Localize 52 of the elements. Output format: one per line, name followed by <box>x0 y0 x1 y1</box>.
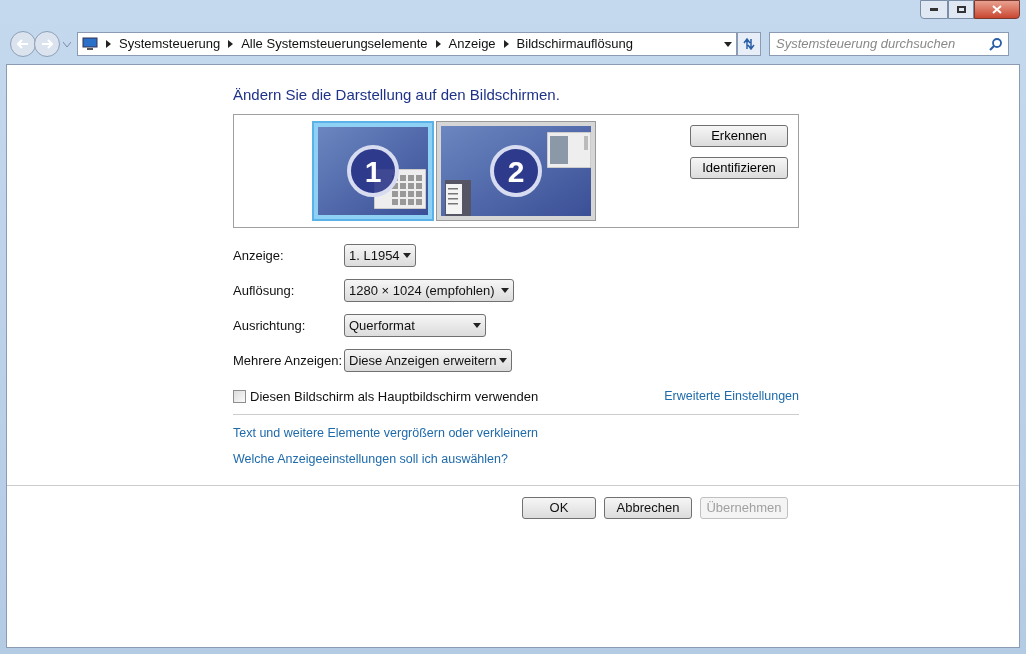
monitor-number: 2 <box>490 145 542 197</box>
monitor-number: 1 <box>347 145 399 197</box>
maximize-button[interactable] <box>948 0 974 19</box>
window-icon <box>547 132 591 168</box>
setting-label: Ausrichtung: <box>233 316 307 335</box>
maximize-icon <box>956 6 966 13</box>
breadcrumb-item[interactable]: Anzeige <box>448 34 496 54</box>
arrow-right-icon <box>41 39 53 49</box>
address-bar[interactable]: Systemsteuerung Alle Systemsteuerungselemente Anzeige Bildschirmauflösung <box>77 32 737 56</box>
caret-icon <box>473 323 481 328</box>
chevron-right-icon <box>503 40 509 48</box>
help-link[interactable]: Welche Anzeigeeinstellungen soll ich auswählen? <box>233 450 807 469</box>
minimize-button[interactable] <box>920 0 948 19</box>
breadcrumb-item[interactable]: Alle Systemsteuerungselemente <box>241 34 428 54</box>
caret-icon <box>724 41 732 47</box>
search-icon <box>989 37 1002 51</box>
setting-label: Mehrere Anzeigen: <box>233 351 344 370</box>
page-heading: Ändern Sie die Darstellung auf den Bildschirmen. <box>233 85 561 104</box>
close-icon <box>992 5 1002 14</box>
help-link[interactable]: Text und weitere Elemente vergrößern oder verkleinern <box>233 423 807 443</box>
refresh-button[interactable] <box>737 32 761 56</box>
dialog-button[interactable]: Abbrechen <box>604 497 692 519</box>
monitor-tile[interactable]: 2 <box>436 121 596 221</box>
checkbox-row[interactable]: Diesen Bildschirm als Hauptbildschirm verwenden <box>233 387 539 407</box>
dropdown[interactable]: 1280 × 1024 (empfohlen) <box>344 279 514 302</box>
caret-icon <box>403 253 411 258</box>
checkbox[interactable] <box>233 390 246 404</box>
arrow-left-icon <box>17 39 29 49</box>
dialog-button[interactable]: OK <box>522 497 596 519</box>
advanced-settings-link[interactable]: Erweiterte Einstellungen <box>664 387 799 407</box>
refresh-arrows-icon <box>742 38 756 50</box>
minimize-icon <box>930 8 938 11</box>
setting-label: Anzeige: <box>233 246 285 265</box>
monitor-tile[interactable]: 1 <box>312 121 434 221</box>
dropdown[interactable]: Diese Anzeigen erweitern <box>344 349 512 372</box>
chevron-right-icon <box>435 40 441 48</box>
chevron-right-icon <box>228 40 234 48</box>
caret-icon <box>499 358 507 363</box>
dialog-button[interactable]: Erkennen <box>690 125 788 147</box>
monitor-icon <box>82 37 98 51</box>
search-field[interactable]: Systemsteuerung durchsuchen <box>769 32 1009 56</box>
setting-label: Auflösung: <box>233 281 296 300</box>
breadcrumb-item[interactable]: Systemsteuerung <box>119 34 221 54</box>
dropdown[interactable]: 1. L1954 <box>344 244 416 267</box>
breadcrumb-item[interactable]: Bildschirmauflösung <box>516 34 633 54</box>
caret-icon <box>501 288 509 293</box>
dropdown[interactable]: Querformat <box>344 314 486 337</box>
chevron-right-icon <box>106 40 111 48</box>
window-icon <box>445 180 471 216</box>
dialog-button[interactable]: Identifizieren <box>690 157 788 179</box>
close-button[interactable] <box>974 0 1020 19</box>
caret-icon <box>63 41 71 47</box>
